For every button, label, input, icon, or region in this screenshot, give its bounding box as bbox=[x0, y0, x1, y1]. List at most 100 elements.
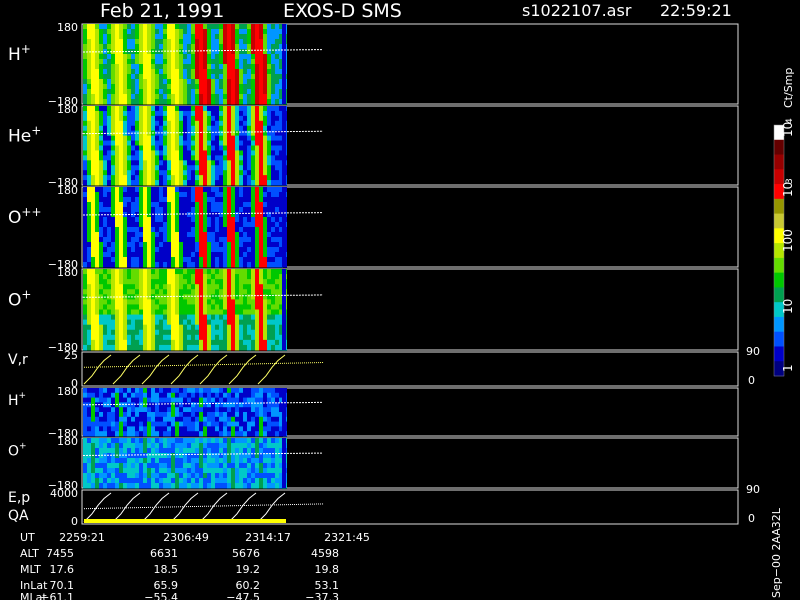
heat-cell bbox=[239, 339, 243, 346]
heat-cell bbox=[111, 89, 115, 95]
heat-cell bbox=[207, 89, 211, 95]
heat-cell bbox=[183, 463, 187, 469]
heat-cell bbox=[195, 388, 199, 394]
heat-cell bbox=[247, 89, 251, 95]
heat-cell bbox=[215, 69, 219, 75]
heat-cell bbox=[135, 438, 139, 444]
heat-cell bbox=[127, 344, 131, 351]
heat-cell bbox=[147, 155, 151, 161]
heat-cell bbox=[275, 237, 279, 243]
heat-cell bbox=[159, 74, 163, 80]
heat-cell bbox=[135, 165, 139, 171]
heat-cell bbox=[99, 69, 103, 75]
heat-cell bbox=[99, 458, 103, 464]
heat-cell bbox=[83, 202, 87, 208]
heat-cell bbox=[275, 407, 279, 413]
heat-cell bbox=[183, 64, 187, 70]
heat-cell bbox=[191, 74, 195, 80]
heat-cell bbox=[223, 170, 227, 176]
heat-cell bbox=[255, 463, 259, 469]
heat-cell bbox=[147, 309, 151, 316]
heat-cell bbox=[231, 202, 235, 208]
heat-cell bbox=[267, 207, 271, 213]
heat-cell bbox=[99, 145, 103, 151]
heat-cell bbox=[151, 170, 155, 176]
heat-cell bbox=[123, 421, 127, 427]
heat-cell bbox=[171, 453, 175, 459]
heat-cell bbox=[267, 314, 271, 321]
heat-cell bbox=[83, 207, 87, 213]
heat-cell bbox=[103, 207, 107, 213]
heat-cell bbox=[275, 463, 279, 469]
heat-cell bbox=[175, 468, 179, 474]
heat-cell bbox=[87, 247, 91, 253]
heat-cell bbox=[99, 140, 103, 146]
heat-cell bbox=[183, 212, 187, 218]
heat-cell bbox=[219, 24, 223, 30]
heat-cell bbox=[195, 44, 199, 50]
heat-cell bbox=[267, 89, 271, 95]
heat-cell bbox=[231, 284, 235, 290]
ephem-value: 2321:45 bbox=[324, 531, 370, 544]
heat-cell bbox=[143, 257, 147, 263]
heat-cell bbox=[259, 54, 263, 60]
heat-cell bbox=[163, 84, 167, 90]
heat-cell bbox=[115, 120, 119, 127]
heat-cell bbox=[187, 207, 191, 213]
heat-cell bbox=[139, 140, 143, 146]
heat-cell bbox=[251, 69, 255, 75]
heat-cell bbox=[171, 125, 175, 132]
heat-cell bbox=[163, 431, 167, 437]
heat-cell bbox=[115, 24, 119, 30]
heat-cell bbox=[115, 334, 119, 341]
heat-cell bbox=[135, 473, 139, 479]
heat-cell bbox=[183, 426, 187, 432]
heat-cell bbox=[171, 44, 175, 50]
heat-cell bbox=[151, 39, 155, 45]
heat-cell bbox=[235, 110, 239, 117]
heat-cell bbox=[183, 339, 187, 346]
heat-cell bbox=[123, 262, 127, 268]
heat-cell bbox=[255, 84, 259, 90]
heat-cell bbox=[139, 237, 143, 243]
heat-cell bbox=[151, 150, 155, 156]
heat-cell bbox=[263, 242, 267, 248]
heat-cell bbox=[143, 279, 147, 285]
heat-cell bbox=[227, 299, 231, 305]
heat-cell bbox=[267, 284, 271, 290]
heat-cell bbox=[183, 99, 187, 105]
heat-cell bbox=[163, 438, 167, 444]
heat-cell bbox=[111, 94, 115, 100]
heat-cell bbox=[239, 416, 243, 423]
heat-cell bbox=[187, 175, 191, 181]
heat-cell bbox=[91, 421, 95, 427]
heat-cell bbox=[267, 431, 271, 437]
heat-cell bbox=[271, 426, 275, 432]
heat-cell bbox=[159, 180, 163, 186]
heat-cell bbox=[127, 324, 131, 331]
heat-cell bbox=[151, 222, 155, 228]
heat-cell bbox=[127, 483, 131, 489]
heat-cell bbox=[127, 473, 131, 479]
heat-cell bbox=[119, 269, 123, 275]
heat-cell bbox=[195, 397, 199, 403]
heat-cell bbox=[243, 314, 247, 321]
heat-cell bbox=[175, 29, 179, 35]
heat-cell bbox=[183, 74, 187, 80]
heat-cell bbox=[155, 106, 159, 112]
heat-cell bbox=[267, 269, 271, 275]
heat-cell bbox=[191, 175, 195, 181]
heat-cell bbox=[95, 115, 99, 122]
heat-cell bbox=[263, 438, 267, 444]
heat-cell bbox=[187, 125, 191, 132]
heat-cell bbox=[203, 431, 207, 437]
heat-cell bbox=[91, 257, 95, 263]
heat-cell bbox=[87, 473, 91, 479]
heat-cell bbox=[215, 397, 219, 403]
heat-cell bbox=[187, 453, 191, 459]
heat-cell bbox=[131, 197, 135, 203]
heat-cell bbox=[131, 94, 135, 100]
heat-cell bbox=[91, 187, 95, 193]
heat-cell bbox=[115, 160, 119, 166]
heat-cell bbox=[107, 74, 111, 80]
